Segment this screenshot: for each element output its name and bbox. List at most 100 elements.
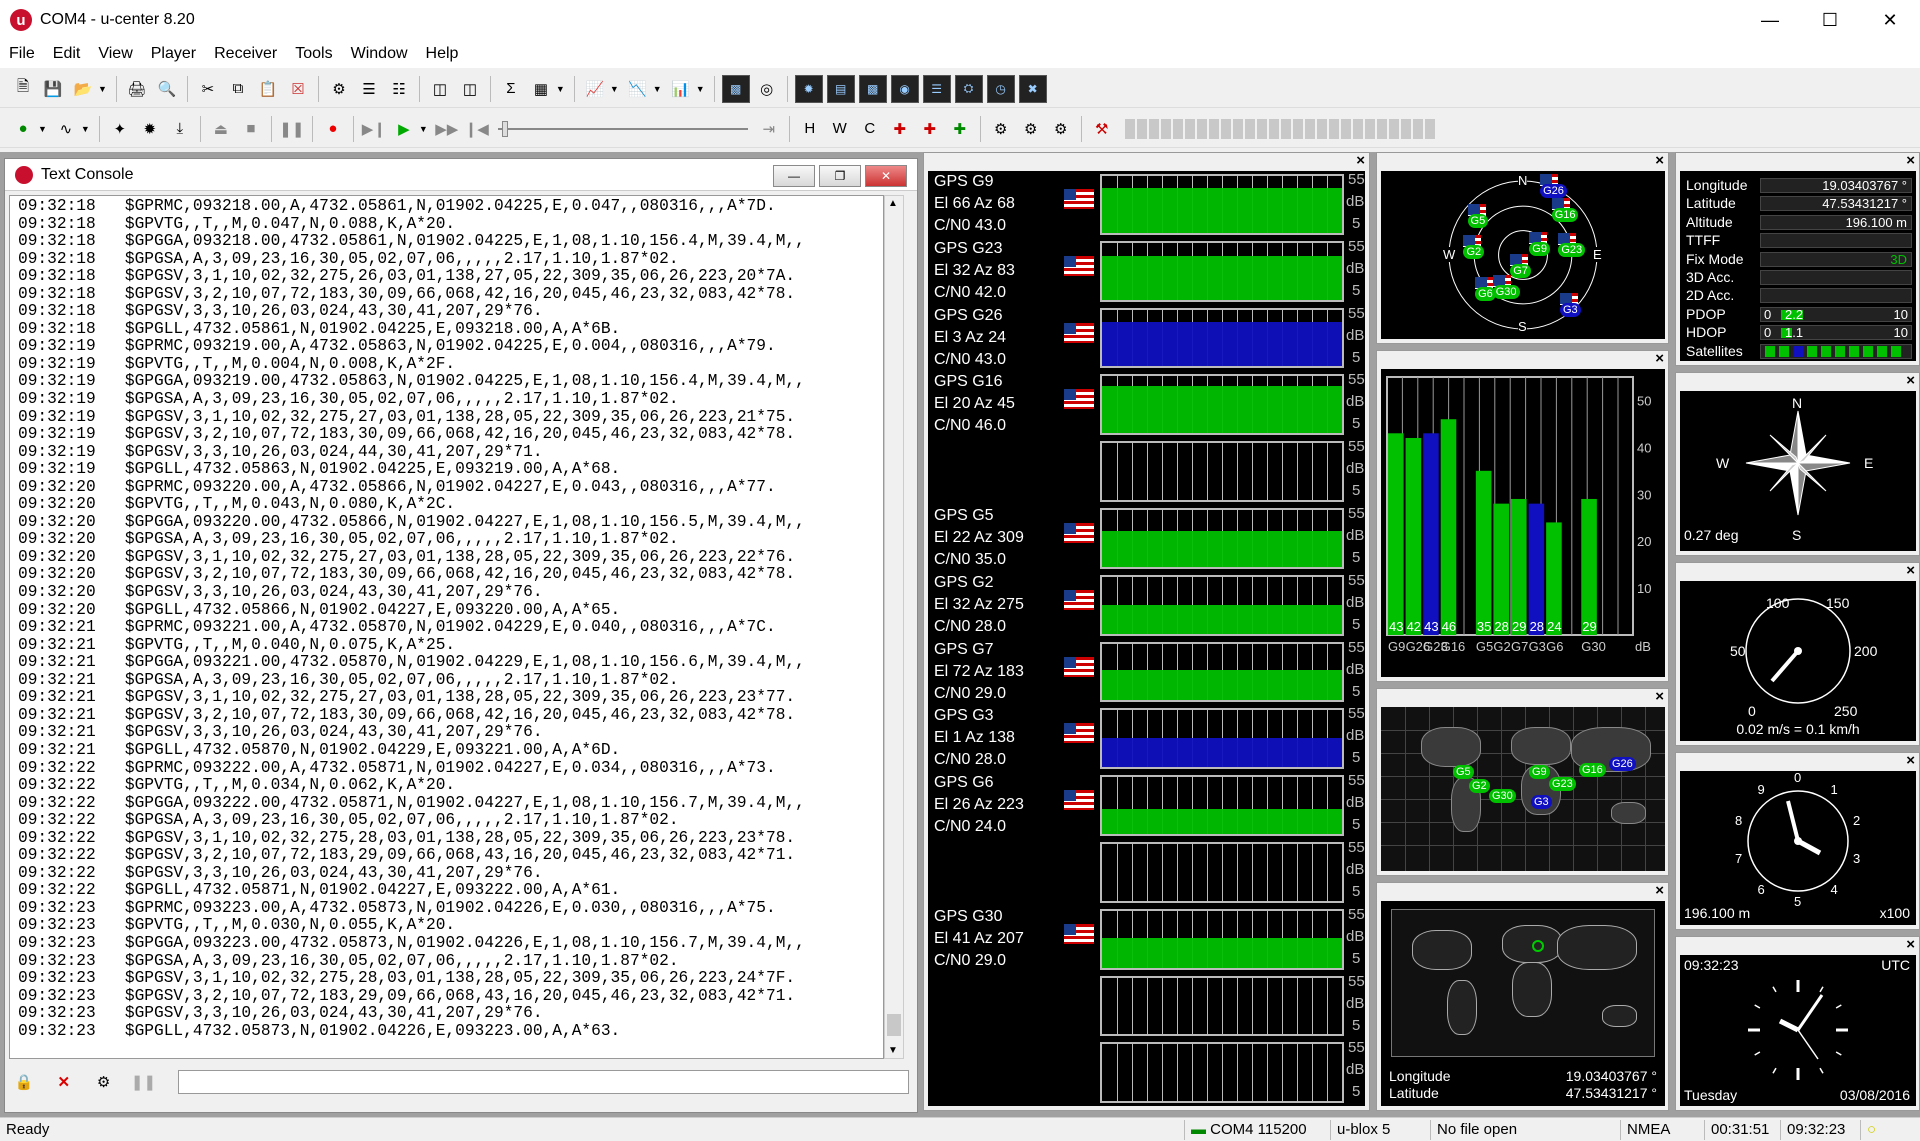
satellite-view-icon[interactable]: ✖ bbox=[1018, 74, 1047, 103]
maximize-button[interactable]: ☐ bbox=[1800, 0, 1860, 40]
map-view-icon[interactable]: ◉ bbox=[890, 74, 919, 103]
new-file-icon[interactable]: 🗎 bbox=[10, 76, 36, 102]
compass-view-icon[interactable]: ✹ bbox=[794, 74, 823, 103]
baudrate-icon[interactable]: ∿ bbox=[53, 116, 79, 142]
scroll-down-icon[interactable]: ▼ bbox=[888, 1045, 898, 1056]
chart-panel-close-icon[interactable]: × bbox=[1655, 350, 1664, 367]
pause-console-icon[interactable]: ❚❚ bbox=[131, 1069, 157, 1095]
poll-all-icon[interactable]: ✚ bbox=[947, 116, 973, 142]
bar-view-icon[interactable]: ▩ bbox=[858, 74, 887, 103]
window-tile-icon[interactable]: ◫ bbox=[427, 76, 453, 102]
data-view-icon[interactable]: ☰ bbox=[922, 74, 951, 103]
poll-icon[interactable]: ✚ bbox=[887, 116, 913, 142]
scroll-thumb[interactable] bbox=[887, 1014, 901, 1036]
menu-file[interactable]: File bbox=[0, 45, 44, 63]
console-close-button[interactable]: ✕ bbox=[865, 165, 907, 187]
menu-window[interactable]: Window bbox=[342, 45, 417, 63]
play-icon[interactable]: ▶ bbox=[391, 116, 417, 142]
copy-icon[interactable]: ⧉ bbox=[225, 76, 251, 102]
poll-multi-icon[interactable]: ✚ bbox=[917, 116, 943, 142]
cold-start-icon[interactable]: C bbox=[857, 116, 883, 142]
autobaud-icon[interactable]: ✦ bbox=[107, 116, 133, 142]
data-panel-close-icon[interactable]: × bbox=[1906, 152, 1915, 169]
clock-view-icon[interactable]: ◷ bbox=[986, 74, 1015, 103]
table-dropdown-icon[interactable]: ▼ bbox=[556, 84, 565, 94]
menu-edit[interactable]: Edit bbox=[44, 45, 90, 63]
eject-icon[interactable]: ⏏ bbox=[208, 116, 234, 142]
log-icon[interactable]: ☷ bbox=[386, 76, 412, 102]
stop-icon[interactable]: ■ bbox=[238, 116, 264, 142]
worldmap-panel-close-icon[interactable]: × bbox=[1655, 688, 1664, 705]
table-icon[interactable]: ▦ bbox=[528, 76, 554, 102]
pause-icon[interactable]: ❚❚ bbox=[279, 116, 305, 142]
download-icon[interactable]: ⤓ bbox=[167, 116, 193, 142]
chart-view-icon[interactable]: 📈 bbox=[582, 76, 608, 102]
chart-dropdown-icon[interactable]: ▼ bbox=[610, 84, 619, 94]
scroll-up-icon[interactable]: ▲ bbox=[888, 198, 898, 209]
navmap-panel-close-icon[interactable]: × bbox=[1655, 882, 1664, 899]
connect-icon[interactable]: ● bbox=[10, 116, 36, 142]
text-console-titlebar[interactable]: Text Console — ❐ ✕ bbox=[5, 159, 917, 191]
bar-chart-icon[interactable]: 📊 bbox=[668, 76, 694, 102]
gears-icon[interactable]: ⚙ bbox=[988, 116, 1014, 142]
console-restore-button[interactable]: ❐ bbox=[819, 165, 861, 187]
compass-panel-close-icon[interactable]: × bbox=[1906, 372, 1915, 389]
messages-icon[interactable]: ☰ bbox=[356, 76, 382, 102]
open-folder-icon[interactable]: 📂 bbox=[70, 76, 96, 102]
print-icon[interactable]: 🖨 bbox=[124, 76, 150, 102]
alt-panel-close-icon[interactable]: × bbox=[1906, 752, 1915, 769]
signal-view-icon[interactable]: ▤ bbox=[826, 74, 855, 103]
play-dropdown-icon[interactable]: ▼ bbox=[419, 124, 428, 134]
menu-receiver[interactable]: Receiver bbox=[205, 45, 286, 63]
hot-start-icon[interactable]: H bbox=[797, 116, 823, 142]
window-split-icon[interactable]: ◫ bbox=[457, 76, 483, 102]
config-icon[interactable]: ⚙ bbox=[326, 76, 352, 102]
grid-line bbox=[1207, 1044, 1208, 1102]
sky-panel-close-icon[interactable]: × bbox=[1655, 152, 1664, 169]
baudrate-dropdown-icon[interactable]: ▼ bbox=[81, 124, 90, 134]
save-icon[interactable]: 💾 bbox=[40, 76, 66, 102]
console-line: 09:32:22 $GPGLL,4732.05871,N,01902.04227… bbox=[18, 881, 621, 900]
menu-help[interactable]: Help bbox=[417, 45, 468, 63]
jump-end-icon[interactable]: ⇥ bbox=[756, 116, 782, 142]
console-minimize-button[interactable]: — bbox=[773, 165, 815, 187]
playback-slider[interactable] bbox=[497, 119, 748, 139]
settings-icon[interactable]: ⚙ bbox=[1048, 116, 1074, 142]
status-port[interactable]: ▬ COM4 115200 bbox=[1184, 1120, 1330, 1140]
close-button[interactable]: ✕ bbox=[1860, 0, 1920, 40]
filter-icon[interactable]: ⚙ bbox=[91, 1069, 117, 1095]
cut-icon[interactable]: ✂ bbox=[195, 76, 221, 102]
menu-player[interactable]: Player bbox=[142, 45, 205, 63]
step-forward-icon[interactable]: ▶❙ bbox=[361, 116, 387, 142]
rewind-start-icon[interactable]: ❙◀ bbox=[464, 116, 490, 142]
paste-icon[interactable]: 📋 bbox=[255, 76, 281, 102]
menu-tools[interactable]: Tools bbox=[286, 45, 341, 63]
line-chart-icon[interactable]: 📉 bbox=[625, 76, 651, 102]
sum-icon[interactable]: Σ bbox=[498, 76, 524, 102]
connect-dropdown-icon[interactable]: ▼ bbox=[38, 124, 47, 134]
console-scrollbar[interactable]: ▲ ▼ bbox=[884, 195, 904, 1059]
gears-sync-icon[interactable]: ⚙ bbox=[1018, 116, 1044, 142]
speed-panel-close-icon[interactable]: × bbox=[1906, 562, 1915, 579]
print-preview-icon[interactable]: 🔍 bbox=[154, 76, 180, 102]
debug-icon[interactable]: ✹ bbox=[137, 116, 163, 142]
sky-view-icon[interactable]: ◎ bbox=[754, 76, 780, 102]
lock-icon[interactable]: 🔒 bbox=[11, 1069, 37, 1095]
bar-chart-dropdown-icon[interactable]: ▼ bbox=[696, 84, 705, 94]
menu-view[interactable]: View bbox=[89, 45, 141, 63]
minimize-button[interactable]: — bbox=[1740, 0, 1800, 40]
warm-start-icon[interactable]: W bbox=[827, 116, 853, 142]
console-command-input[interactable] bbox=[178, 1070, 909, 1094]
world-map-icon[interactable]: ⛭ bbox=[954, 74, 983, 103]
nmea-text-log[interactable]: 09:32:18 $GPRMC,093218.00,A,4732.05861,N… bbox=[9, 195, 884, 1059]
clock-panel-close-icon[interactable]: × bbox=[1906, 936, 1915, 953]
record-icon[interactable]: ● bbox=[320, 116, 346, 142]
open-dropdown-icon[interactable]: ▼ bbox=[98, 84, 107, 94]
aiding-icon[interactable]: ⚒ bbox=[1089, 116, 1115, 142]
clear-console-icon[interactable]: ✕ bbox=[51, 1069, 77, 1095]
deviation-map-icon[interactable]: ▩ bbox=[721, 74, 750, 103]
clear-icon[interactable]: ☒ bbox=[285, 76, 311, 102]
signal-panel-close-icon[interactable]: × bbox=[1356, 152, 1365, 169]
line-chart-dropdown-icon[interactable]: ▼ bbox=[653, 84, 662, 94]
fast-forward-icon[interactable]: ▶▶ bbox=[434, 116, 460, 142]
